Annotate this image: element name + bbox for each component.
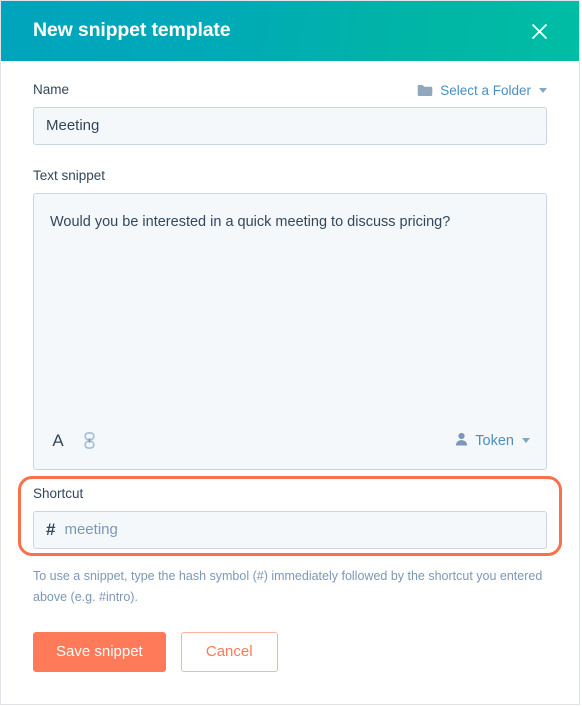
shortcut-help-text: To use a snippet, type the hash symbol (… xyxy=(33,568,543,605)
shortcut-label: Shortcut xyxy=(33,485,84,501)
name-input-value: Meeting xyxy=(46,117,100,135)
shortcut-input-value: meeting xyxy=(64,521,118,539)
close-button[interactable] xyxy=(523,15,555,47)
token-label: Token xyxy=(475,432,514,449)
dialog-header: New snippet template xyxy=(1,1,579,61)
name-label: Name xyxy=(33,82,70,97)
font-format-icon[interactable]: A xyxy=(50,432,66,449)
snippet-field-header: Text snippet xyxy=(33,167,547,186)
select-folder-label: Select a Folder xyxy=(440,82,531,98)
chevron-down-icon xyxy=(539,87,547,93)
shortcut-input[interactable]: # meeting xyxy=(33,510,547,549)
new-snippet-template-dialog: New snippet template Name Select a Folde… xyxy=(0,0,580,705)
name-field-header: Name Select a Folder xyxy=(33,81,547,100)
text-snippet-label: Text snippet xyxy=(33,167,106,183)
shortcut-field-header: Shortcut xyxy=(33,485,547,504)
user-icon xyxy=(455,432,468,450)
select-folder-dropdown[interactable]: Select a Folder xyxy=(417,83,547,98)
chevron-down-icon xyxy=(522,438,530,444)
text-snippet-editor[interactable]: Would you be interested in a quick meeti… xyxy=(33,192,547,470)
hash-icon: # xyxy=(46,520,56,540)
editor-toolbar: A Token xyxy=(34,419,546,469)
link-icon[interactable] xyxy=(84,432,95,450)
name-input[interactable]: Meeting xyxy=(33,106,547,145)
token-dropdown[interactable]: Token xyxy=(455,432,530,450)
save-snippet-button[interactable]: Save snippet xyxy=(33,631,166,672)
text-snippet-input[interactable]: Would you be interested in a quick meeti… xyxy=(34,194,546,419)
editor-toolbar-left: A xyxy=(50,432,95,449)
folder-icon xyxy=(417,84,433,97)
dialog-footer: Save snippet Cancel xyxy=(33,631,547,672)
shortcut-section: Shortcut # meeting xyxy=(18,475,562,556)
text-snippet-value: Would you be interested in a quick meeti… xyxy=(50,213,451,230)
close-icon xyxy=(531,23,547,39)
dialog-title: New snippet template xyxy=(33,19,231,42)
dialog-body: Name Select a Folder Meeting Text snippe… xyxy=(1,61,579,672)
cancel-button[interactable]: Cancel xyxy=(180,631,278,672)
